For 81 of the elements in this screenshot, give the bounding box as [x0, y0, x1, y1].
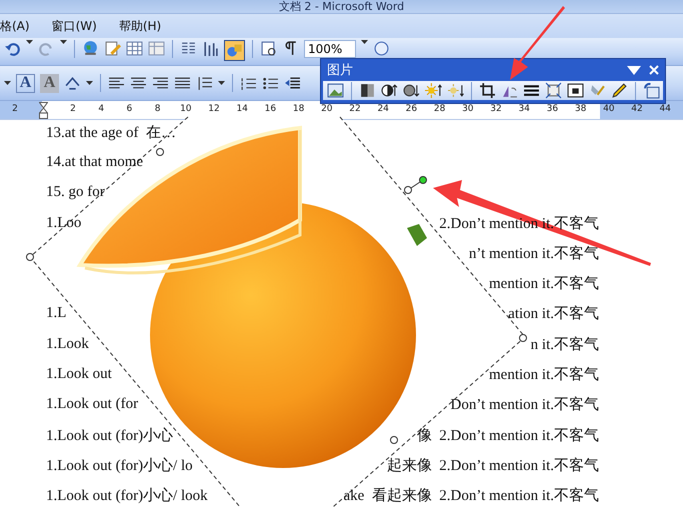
document-map-icon[interactable] — [260, 40, 277, 57]
ruler-number: 12 — [208, 104, 220, 114]
document-text: 起来像 2.Don’t mention it.不客气 — [386, 456, 599, 475]
caret-icon[interactable] — [4, 81, 11, 85]
document-text: 1.Look out (for)小心 — [46, 426, 174, 445]
pencil-icon[interactable] — [104, 40, 121, 57]
ruler-number: 2 — [70, 104, 76, 114]
font-style-button[interactable]: A — [16, 74, 35, 92]
caret-icon[interactable] — [26, 40, 33, 44]
brightness-up-icon[interactable] — [425, 82, 442, 99]
document-text: 1.Look out (for — [46, 396, 138, 414]
ruler-number: 2 — [12, 104, 18, 114]
ruler-number: 10 — [180, 104, 192, 114]
document-text: 1.L — [46, 305, 66, 322]
document-text: 1.Look — [46, 336, 89, 353]
undo-icon[interactable] — [4, 40, 21, 57]
ruler-number: 18 — [292, 104, 304, 114]
line-style-icon[interactable] — [523, 82, 540, 99]
align-center-icon[interactable] — [130, 74, 147, 92]
ruler-number: 28 — [434, 104, 446, 114]
ruler-number: 24 — [377, 104, 389, 114]
caret-icon[interactable] — [86, 81, 93, 85]
text-wrapping-icon[interactable] — [567, 82, 584, 99]
document-text: 1.Look out (for)小心/ lo — [46, 456, 193, 475]
document-text: 14.at that mome — [46, 154, 144, 171]
document-text: n’t mention it.不客气 — [468, 244, 599, 263]
ruler-number: 42 — [631, 104, 643, 114]
brightness-down-icon[interactable] — [447, 82, 464, 99]
drawing-icon[interactable] — [224, 40, 245, 61]
dropdown-triangle-icon[interactable] — [627, 66, 641, 74]
document-text: 1.Look out (for)小心/ look — [46, 486, 208, 506]
zoom-field[interactable]: 100% — [304, 40, 356, 58]
ruler-number: 40 — [603, 104, 615, 114]
crop-icon[interactable] — [479, 82, 496, 99]
insert-picture-icon[interactable] — [327, 82, 344, 99]
ruler-number: 30 — [462, 104, 474, 114]
align-left-icon[interactable] — [108, 74, 125, 92]
ruler-number: 26 — [406, 104, 418, 114]
contrast-down-icon[interactable] — [403, 82, 420, 99]
decrease-indent-icon[interactable] — [284, 74, 301, 92]
ruler-number: 36 — [546, 104, 558, 114]
ruler-number: 32 — [490, 104, 502, 114]
document-text: 像 2.Don’t mention it.不客气 — [416, 426, 599, 445]
caret-icon[interactable] — [361, 40, 368, 44]
document-text: ation it.不客气 — [508, 304, 599, 324]
document-text: 1.Loo — [46, 214, 82, 232]
compress-icon[interactable] — [545, 82, 562, 99]
ruler-number: 38 — [574, 104, 586, 114]
caret-icon[interactable] — [60, 40, 67, 44]
ruler-number: 4 — [98, 104, 104, 114]
document-text: 15. go for — [46, 184, 105, 202]
document-text: Don’t mention it.不客气 — [450, 395, 599, 414]
close-icon[interactable] — [649, 65, 659, 75]
menu-item[interactable]: 帮助(H) — [118, 18, 162, 34]
toolbar-title: 图片 — [327, 62, 354, 79]
indent-marker-icon[interactable] — [39, 102, 48, 118]
menu-item[interactable]: 格(A) — [0, 18, 30, 34]
ruler-number: 16 — [264, 104, 276, 114]
ruler-number: 22 — [349, 104, 361, 114]
contrast-up-icon[interactable] — [381, 82, 398, 99]
font-style-button[interactable]: A — [40, 74, 59, 92]
line-spacing-icon[interactable] — [196, 74, 213, 92]
table-icon[interactable] — [126, 40, 143, 57]
globe-icon[interactable] — [82, 40, 99, 57]
ruler-number: 20 — [321, 104, 333, 114]
caret-icon[interactable] — [218, 81, 225, 85]
menu-item[interactable]: 窗口(W) — [52, 18, 97, 34]
align-right-icon[interactable] — [152, 74, 169, 92]
ruler-number: 6 — [126, 104, 132, 114]
chart-icon[interactable] — [202, 40, 219, 57]
ruler-number: 8 — [154, 104, 160, 114]
justify-icon[interactable] — [174, 74, 191, 92]
document-text: mention it.不客气 — [489, 274, 599, 294]
ruler-number: 44 — [659, 104, 671, 114]
document-text: mention it.不客气 — [489, 365, 599, 384]
window-title: 文档 2 - Microsoft Word — [278, 0, 404, 13]
ruler-number: 14 — [236, 104, 248, 114]
ruler-number: 34 — [518, 104, 530, 114]
document-text: 1.Look out — [46, 366, 112, 384]
document-text: ake 看起来像 2.Don’t mention it.不客气 — [343, 486, 599, 506]
document-text: n it.不客气 — [530, 335, 599, 354]
